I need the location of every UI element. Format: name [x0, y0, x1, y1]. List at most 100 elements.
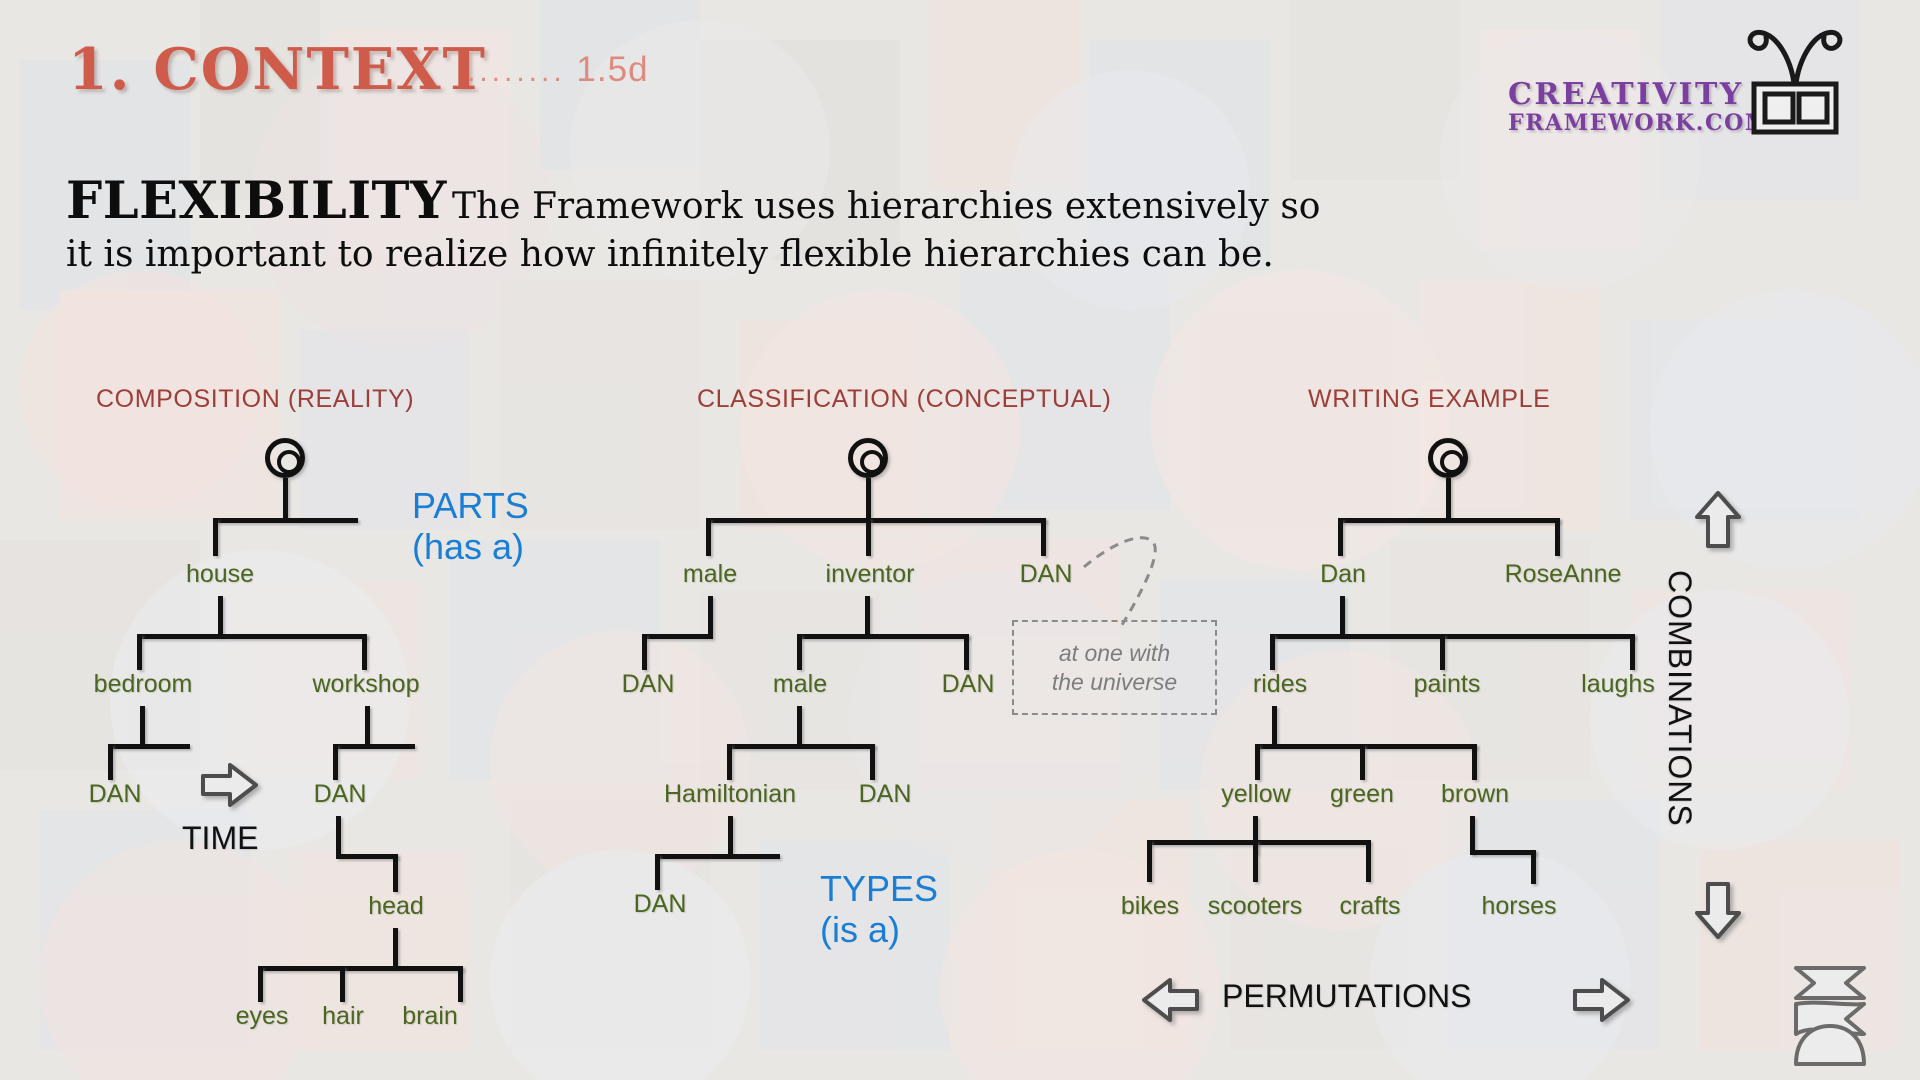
tree-node-dan-left: DAN — [621, 670, 675, 698]
tree-connector — [137, 634, 142, 670]
tree-node-dan-bedroom: DAN — [88, 780, 142, 808]
tree-connector — [797, 706, 802, 744]
tree-connector — [1253, 840, 1258, 882]
tree-node-inventor: inventor — [825, 560, 915, 588]
tree-node-scooters: scooters — [1207, 892, 1303, 920]
tree-connector — [213, 518, 358, 523]
duration-dots: ........ — [467, 55, 566, 88]
axis-label-combinations: COMBINATIONS — [1662, 570, 1698, 827]
tree-connector — [866, 518, 871, 556]
tree-connector — [362, 634, 367, 670]
tree-connector — [1272, 706, 1277, 744]
tree-node-male-top: male — [682, 560, 738, 588]
tree-connector — [213, 518, 218, 556]
tree-connector — [1531, 850, 1536, 884]
tree-node-dan-lower-right: DAN — [858, 780, 912, 808]
arrow-right-icon — [200, 760, 260, 815]
headline-emphasis: FLEXIBILITY — [66, 171, 447, 231]
tree-connector — [870, 744, 875, 780]
tree-node-dan-bottom: DAN — [633, 890, 687, 918]
tree-connector — [642, 634, 647, 670]
page-title: 1. CONTEXT — [68, 36, 487, 103]
tree-connector — [1360, 744, 1365, 780]
tree-connector — [393, 928, 398, 968]
headline-rest: The Framework uses hierarchies extensive… — [452, 186, 1321, 227]
tree-node-rides: rides — [1252, 670, 1308, 698]
tree-node-dan-top-right: DAN — [1019, 560, 1073, 588]
arrow-right-icon — [1572, 975, 1632, 1030]
tree-connector — [964, 634, 969, 670]
caption-time: TIME — [182, 820, 259, 856]
annotation-parts-line1: PARTS — [412, 485, 529, 526]
tree-connector — [727, 744, 732, 780]
tree-connector — [727, 744, 875, 749]
tree-node-yellow: yellow — [1221, 780, 1291, 808]
callout-box: at one with the universe — [1012, 620, 1217, 715]
tree-node-dan-mid-right: DAN — [941, 670, 995, 698]
tree-connector — [140, 706, 145, 744]
tree-node-head: head — [368, 892, 424, 920]
tree-connector — [218, 596, 223, 636]
headline-line-2: it is important to realize how infinitel… — [66, 234, 1274, 275]
tree-connector — [865, 596, 870, 634]
tree-connector — [258, 966, 263, 1002]
tree-connector — [108, 744, 113, 780]
annotation-parts-line2: (has a) — [412, 526, 525, 568]
tree-connector — [1470, 850, 1536, 855]
root-node-composition — [265, 438, 305, 478]
tree-node-paints: paints — [1413, 670, 1481, 698]
tree-node-laughs: laughs — [1581, 670, 1655, 698]
tree-node-hamiltonian: Hamiltonian — [663, 780, 797, 808]
tree-connector — [866, 478, 871, 518]
tree-connector — [340, 966, 345, 1002]
tree-node-male-mid: male — [772, 670, 828, 698]
tree-node-house: house — [185, 560, 255, 588]
tree-connector — [393, 854, 398, 892]
tree-node-dan: Dan — [1320, 560, 1366, 588]
tree-node-bikes: bikes — [1120, 892, 1180, 920]
tree-node-eyes: eyes — [235, 1002, 289, 1030]
tree-connector — [1446, 478, 1451, 518]
root-node-writing — [1428, 438, 1468, 478]
brand-logo[interactable]: CREATIVITY FRAMEWORK.COM — [1508, 80, 1771, 137]
tree-connector — [706, 518, 711, 556]
root-node-classification — [848, 438, 888, 478]
tree-connector — [1630, 634, 1635, 670]
tree-connector — [1147, 840, 1152, 882]
annotation-types-line2: (is a) — [820, 909, 900, 951]
tree-connector — [1338, 518, 1560, 523]
tree-connector — [708, 596, 713, 634]
axis-label-permutations: PERMUTATIONS — [1222, 978, 1472, 1014]
tree-connector — [1270, 634, 1635, 639]
tree-connector — [642, 634, 713, 639]
callout-text-line1: at one with — [1058, 639, 1171, 666]
tree-node-bedroom: bedroom — [93, 670, 193, 698]
tree-connector — [797, 634, 802, 670]
tree-node-crafts: crafts — [1339, 892, 1401, 920]
tree-connector — [333, 744, 415, 749]
tree-connector — [1255, 744, 1260, 780]
column-heading-writing-example: WRITING EXAMPLE — [1308, 385, 1551, 413]
duration-label: ........ 1.5d — [467, 50, 649, 90]
duration-value: 1.5d — [576, 50, 649, 89]
tree-connector — [797, 634, 969, 639]
headline-line-1: FLEXIBILITY The Framework uses hierarchi… — [66, 171, 1466, 232]
column-heading-classification: CLASSIFICATION (CONCEPTUAL) — [697, 385, 1112, 413]
tree-connector — [706, 518, 1046, 523]
tree-connector — [1255, 744, 1477, 749]
tree-connector — [1472, 744, 1477, 780]
callout-text-line2: the universe — [1051, 668, 1178, 695]
tree-node-roseanne: RoseAnne — [1504, 560, 1622, 588]
tree-connector — [283, 478, 288, 518]
column-heading-composition: COMPOSITION (REALITY) — [96, 385, 415, 413]
arrow-down-icon — [1694, 880, 1742, 945]
dan-monogram-icon — [1790, 960, 1880, 1075]
tree-connector — [336, 816, 341, 856]
tree-connector — [108, 744, 190, 749]
tree-node-brain: brain — [402, 1002, 458, 1030]
arrow-up-icon — [1694, 490, 1742, 555]
tree-connector — [1366, 840, 1371, 882]
tree-connector — [655, 854, 660, 890]
tree-connector — [1041, 518, 1046, 556]
tree-connector — [458, 966, 463, 1002]
